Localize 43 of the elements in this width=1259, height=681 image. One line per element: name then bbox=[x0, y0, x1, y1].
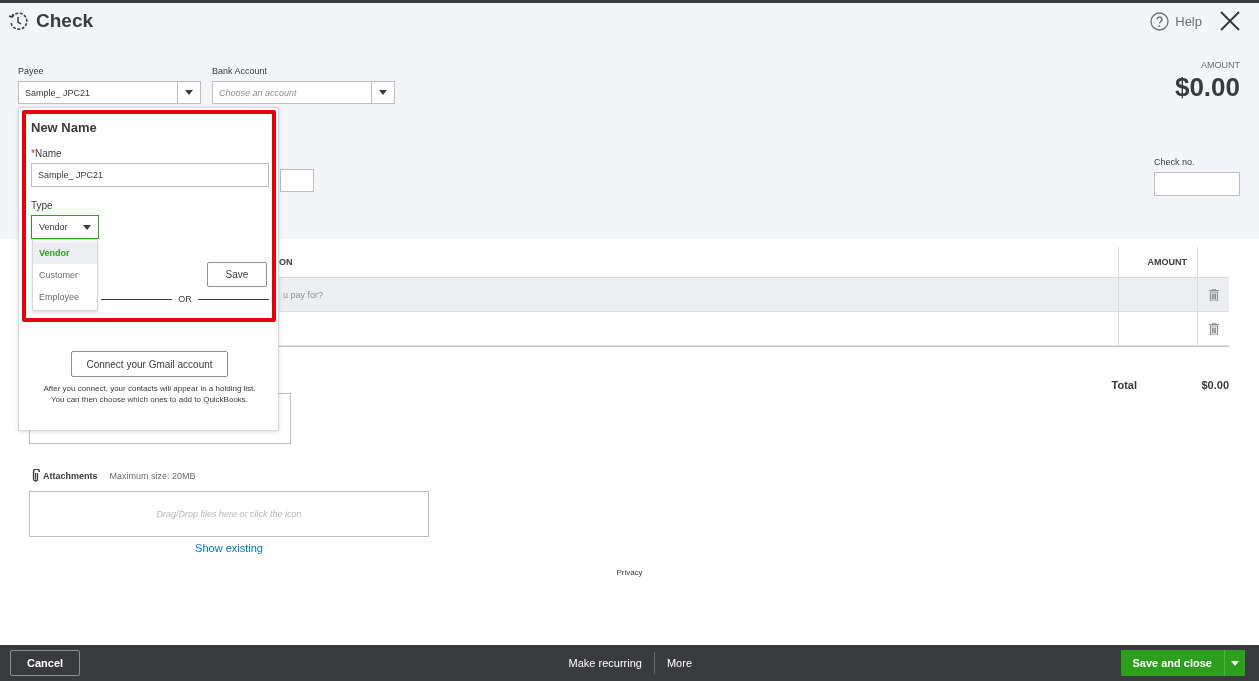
total-value: $0.00 bbox=[1200, 379, 1229, 391]
save-button[interactable]: Save bbox=[207, 262, 267, 287]
type-label: Type bbox=[31, 200, 54, 211]
trash-icon[interactable] bbox=[1208, 322, 1219, 335]
or-divider-label: OR bbox=[178, 294, 192, 304]
type-select[interactable]: Vendor bbox=[31, 215, 99, 239]
payee-select[interactable]: Sample_ JPC21 bbox=[18, 81, 201, 104]
type-option[interactable]: Employee bbox=[33, 286, 97, 308]
amount-cell[interactable] bbox=[1118, 312, 1197, 346]
close-button[interactable] bbox=[1220, 11, 1240, 31]
input-field[interactable] bbox=[280, 169, 314, 192]
payee-label: Payee bbox=[18, 66, 45, 76]
show-existing-link[interactable]: Show existing bbox=[195, 542, 263, 554]
help-icon[interactable] bbox=[1150, 11, 1170, 31]
amount-label: AMOUNT bbox=[1200, 60, 1240, 70]
history-clock-icon bbox=[8, 11, 28, 31]
help-button[interactable]: Help bbox=[1144, 10, 1208, 32]
more-button[interactable]: More bbox=[654, 657, 704, 669]
cancel-button[interactable]: Cancel bbox=[10, 650, 81, 676]
check-no-field[interactable] bbox=[1154, 172, 1240, 196]
bank-account-label: Bank Account bbox=[212, 66, 269, 76]
type-option[interactable]: Customer bbox=[33, 264, 97, 286]
caret-icon[interactable] bbox=[1231, 660, 1239, 666]
popup-title: New Name bbox=[31, 120, 98, 135]
total-label: Total bbox=[1111, 379, 1137, 391]
paperclip-icon[interactable] bbox=[31, 469, 40, 483]
trash-icon[interactable] bbox=[1208, 288, 1219, 301]
caret-icon bbox=[185, 90, 193, 95]
caret-icon bbox=[83, 224, 91, 230]
name-field[interactable]: Sample_ JPC21 bbox=[31, 163, 269, 187]
connect-gmail-button[interactable]: Connect your Gmail account bbox=[71, 351, 228, 377]
save-options-button[interactable] bbox=[1224, 650, 1245, 676]
make-recurring-button[interactable]: Make recurring bbox=[556, 657, 654, 669]
gmail-note: After you connect, your contacts will appear in a holding list. You can then choose which ones to add to QuickBooks. bbox=[42, 383, 257, 405]
amount-cell[interactable] bbox=[1118, 278, 1197, 312]
caret-icon bbox=[379, 90, 387, 95]
page-title: Check bbox=[36, 10, 94, 32]
check-no-label: Check no. bbox=[1154, 157, 1196, 167]
attachments-label: Attachments bbox=[43, 471, 98, 481]
name-label: *Name bbox=[31, 148, 63, 159]
privacy-link[interactable]: Privacy bbox=[616, 568, 643, 577]
max-size-note: Maximum size: 20MB bbox=[109, 471, 196, 481]
amount-value: $0.00 bbox=[1174, 72, 1240, 103]
